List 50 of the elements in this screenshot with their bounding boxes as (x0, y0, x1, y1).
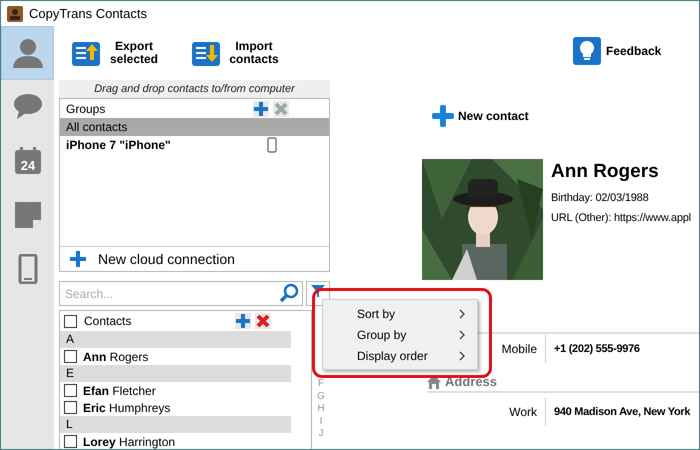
menu-item[interactable]: Sort by (323, 303, 477, 324)
add-button[interactable] (253, 100, 269, 116)
lightbulb-icon (573, 37, 601, 65)
checkbox[interactable] (64, 401, 77, 414)
search-field[interactable]: Search... (59, 281, 303, 306)
export-button[interactable]: Export selected (72, 40, 162, 66)
plus-icon (254, 102, 268, 116)
group-item[interactable]: iPhone 7 "iPhone" (60, 136, 329, 154)
plus-icon (432, 105, 454, 127)
section-header: L (60, 416, 291, 433)
import-button[interactable]: Import contacts (192, 40, 282, 66)
feedback-button[interactable]: Feedback (573, 37, 662, 65)
new-contact-button[interactable]: New contact (432, 105, 529, 127)
contact-name[interactable]: Lorey Harrington (83, 434, 176, 448)
contact-name[interactable]: Ann Rogers (83, 350, 148, 364)
column-header: Contacts (84, 314, 132, 328)
sidebar-tab[interactable]: 24 (1, 134, 54, 188)
search-icon (279, 283, 299, 303)
funnel-icon (311, 285, 325, 297)
section-header: E (60, 365, 291, 382)
plus-icon (236, 314, 250, 328)
contact-field: Birthday: 02/03/1988 (551, 188, 691, 208)
drop-hint: Drag and drop contacts to/from computer (59, 80, 330, 98)
section-header: A (60, 331, 291, 348)
contact-name[interactable]: Eric Humphreys (83, 400, 170, 414)
window-title: CopyTrans Contacts (29, 6, 148, 21)
contact-name[interactable]: Efan Fletcher (83, 384, 156, 398)
plus-icon (70, 251, 86, 267)
column-header: Groups (66, 102, 106, 116)
checkbox[interactable] (64, 314, 77, 328)
section-header: Address (445, 374, 498, 389)
contact-field: URL (Other): https://www.appl (551, 208, 691, 228)
app-icon (7, 6, 23, 22)
speech-bubble-icon (12, 92, 42, 122)
address-text: 940 Madison Ave, New York (553, 406, 690, 418)
group-item[interactable]: All contacts (60, 118, 329, 136)
checkbox[interactable] (64, 350, 77, 363)
checkbox[interactable] (64, 435, 77, 448)
person-icon (10, 36, 44, 70)
close-icon (274, 102, 288, 116)
close-icon (256, 314, 270, 328)
delete-button[interactable] (255, 313, 271, 329)
phone-icon (267, 137, 277, 153)
contact-name: Ann Rogers (551, 161, 660, 183)
field-label: Work (425, 398, 546, 426)
sidebar-tab[interactable] (1, 26, 54, 80)
add-button[interactable] (235, 313, 251, 329)
checkbox[interactable] (64, 384, 77, 397)
note-icon (12, 200, 42, 230)
phone-number: +1 (202) 555-9976 (553, 343, 640, 355)
